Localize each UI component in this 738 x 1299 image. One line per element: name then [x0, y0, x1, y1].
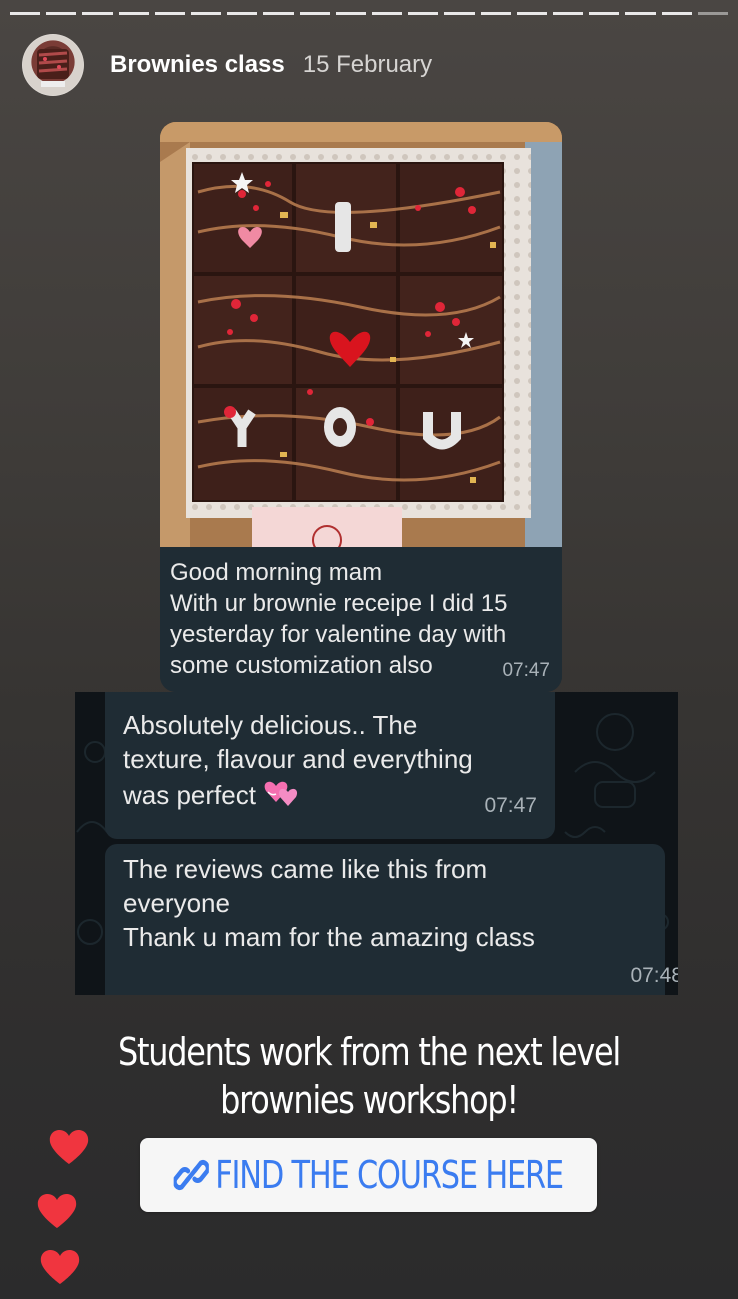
link-icon	[173, 1153, 210, 1197]
avatar[interactable]	[22, 34, 84, 96]
progress-segment	[408, 12, 439, 15]
heart-icon	[40, 1250, 80, 1284]
story-header: Brownies class 15 February	[22, 34, 432, 96]
link-sticker-label: FIND THE COURSE HERE	[215, 1153, 564, 1197]
progress-segment	[227, 12, 258, 15]
progress-segment	[625, 12, 656, 15]
heart-icon	[37, 1194, 77, 1228]
progress-segment	[10, 12, 41, 15]
progress-segment	[516, 12, 548, 15]
progress-segment-current	[697, 12, 729, 15]
brownies-photo	[160, 122, 562, 555]
post-date: 15 February	[302, 51, 433, 78]
chat-screenshot-photo-message: Good morning mam With ur brownie receipe…	[160, 122, 562, 692]
message-time: 07:47	[502, 660, 550, 681]
message-bubble: Good morning mam With ur brownie receipe…	[160, 547, 562, 692]
progress-segment	[372, 12, 403, 15]
message-text: The reviews came like this from everyone…	[123, 854, 535, 952]
progress-segment	[82, 12, 113, 15]
progress-segment	[154, 12, 186, 15]
progress-segment	[480, 12, 511, 15]
progress-segment	[589, 12, 620, 15]
floating-hearts	[34, 1128, 104, 1288]
progress-segment	[299, 12, 330, 15]
story-headline: Students work from the next level browni…	[109, 1028, 628, 1124]
account-name[interactable]: Brownies class	[110, 51, 285, 79]
message-bubble: Absolutely delicious.. The texture, flav…	[105, 692, 555, 839]
heart-icon	[49, 1130, 89, 1164]
two-hearts-icon	[262, 776, 302, 818]
progress-segment	[661, 12, 692, 15]
message-bubble: The reviews came like this from everyone…	[105, 844, 678, 995]
progress-segment	[46, 12, 77, 15]
headline-line-2: brownies workshop!	[220, 1078, 519, 1122]
story-progress-bar	[10, 12, 729, 15]
progress-segment	[191, 12, 222, 15]
headline-line-1: Students work from the next level	[118, 1030, 621, 1074]
progress-segment	[335, 12, 367, 15]
progress-segment	[444, 12, 475, 15]
message-text: Absolutely delicious.. The texture, flav…	[123, 708, 543, 818]
progress-segment	[553, 12, 584, 15]
link-sticker-button[interactable]: FIND THE COURSE HERE	[140, 1138, 597, 1212]
chat-screenshot-reviews: Absolutely delicious.. The texture, flav…	[75, 692, 678, 995]
progress-segment	[263, 12, 294, 15]
progress-segment	[118, 12, 149, 15]
message-text: Good morning mam With ur brownie receipe…	[170, 559, 508, 679]
message-time: 07:48	[630, 964, 678, 987]
message-time: 07:47	[484, 794, 537, 817]
